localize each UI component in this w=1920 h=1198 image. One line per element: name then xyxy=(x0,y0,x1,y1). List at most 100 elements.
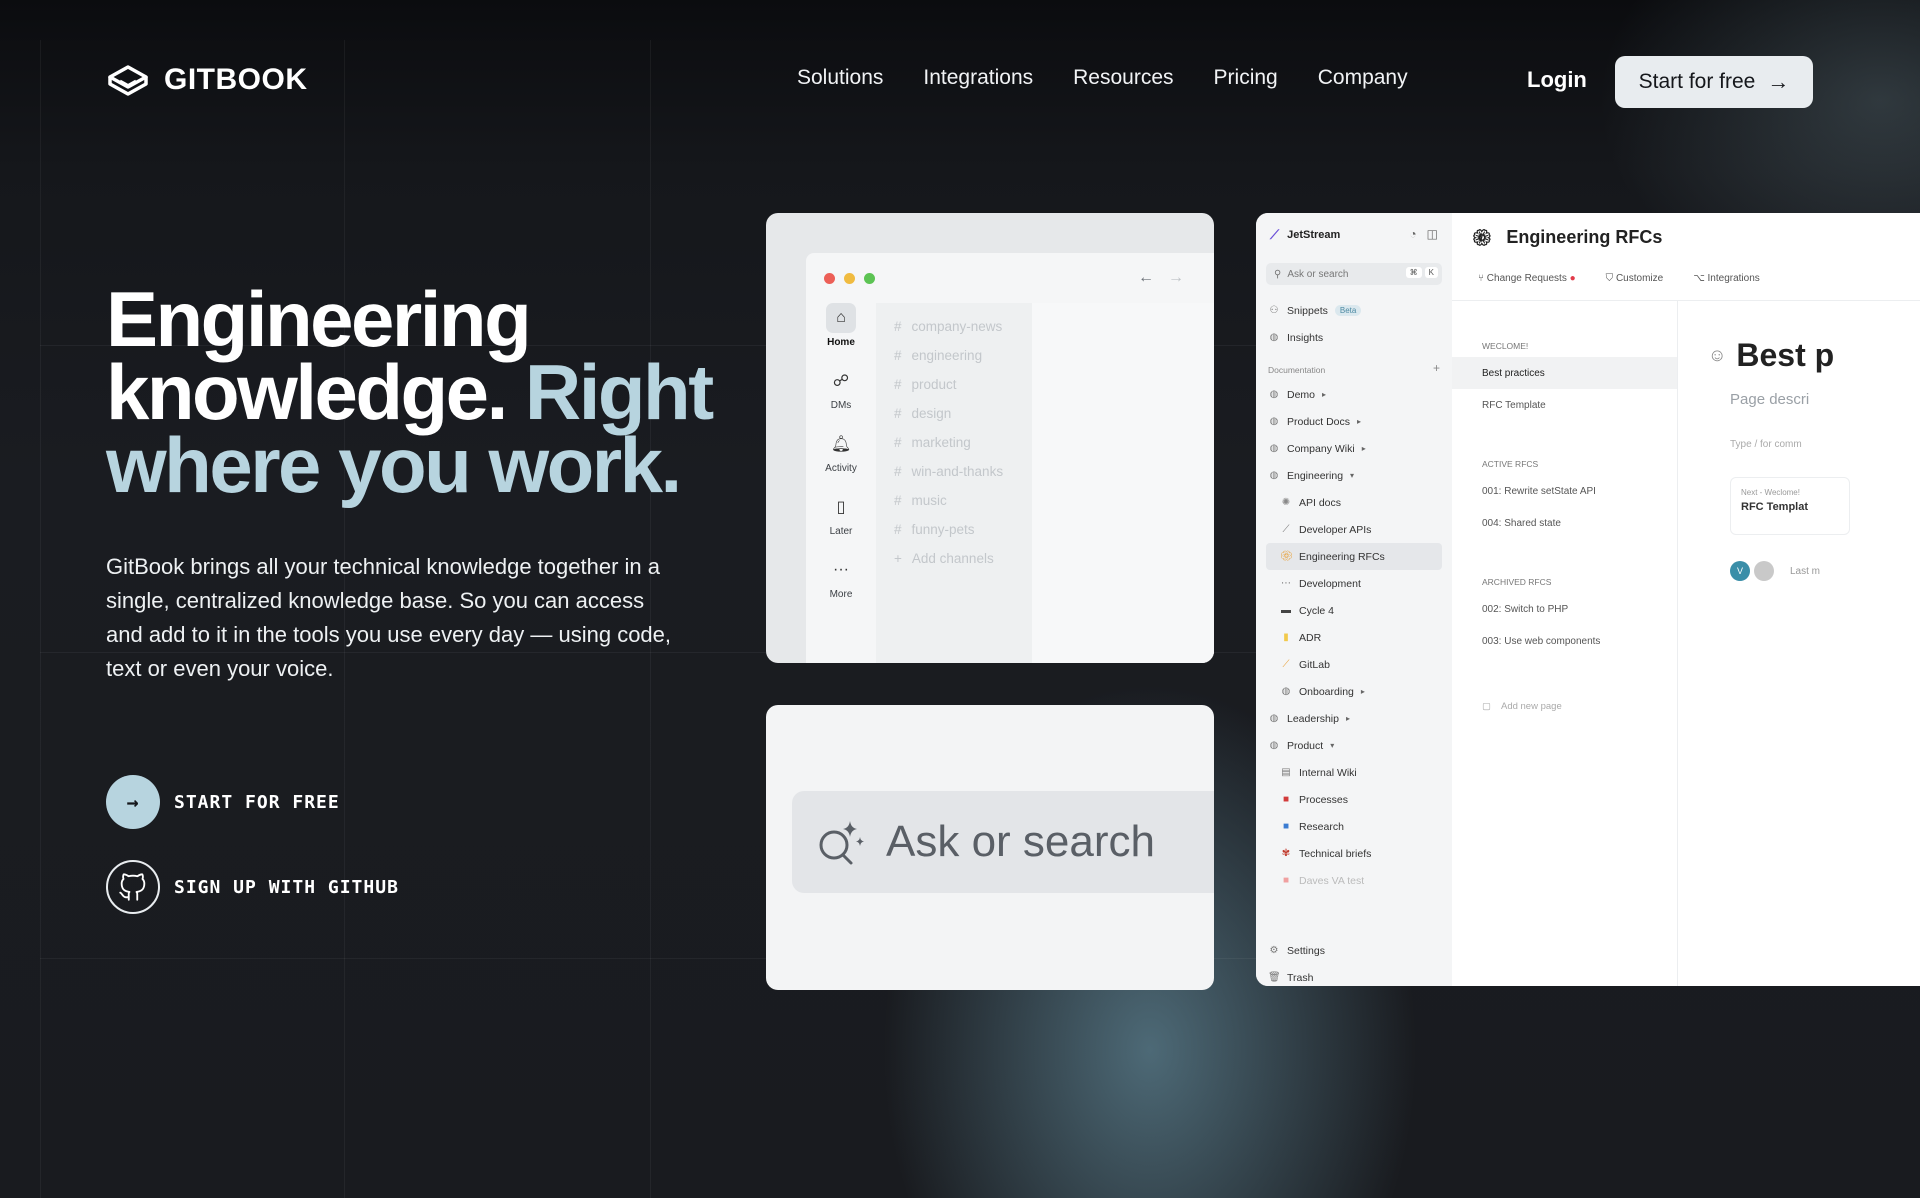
add-space-icon[interactable]: + xyxy=(1433,361,1440,375)
space-icon: ⟋ xyxy=(1282,524,1290,535)
sidebar-item-space[interactable]: ▮ ADR xyxy=(1266,624,1442,651)
add-page-button[interactable]: ▢ Add new page xyxy=(1452,701,1677,712)
sidebar-item-space[interactable]: ◍ Company Wiki ▸ xyxy=(1266,435,1442,462)
nav-link-integrations[interactable]: Integrations xyxy=(923,66,1033,90)
dms-icon: ☍ xyxy=(832,373,850,390)
chevron-right-icon[interactable]: ▸ xyxy=(1357,417,1361,426)
space-icon: ■ xyxy=(1282,875,1290,886)
chat-nav-later[interactable]: ▯ Later xyxy=(806,492,876,537)
page-item[interactable]: 004: Shared state xyxy=(1452,507,1677,539)
ask-search-bar[interactable]: Ask or search xyxy=(792,791,1214,893)
sidebar-item-label: Internal Wiki xyxy=(1299,766,1357,779)
page-content: ☺ Best p Page descri Type / for comm Next… xyxy=(1678,301,1920,986)
sidebar-item-space[interactable]: ◍ Product ▾ xyxy=(1266,732,1442,759)
chat-nav-more[interactable]: ··· More xyxy=(806,555,876,600)
sidebar-item-insights[interactable]: ◍ Insights xyxy=(1266,324,1442,351)
start-free-button[interactable]: Start for free → xyxy=(1615,56,1813,108)
sidebar-item-space[interactable]: ✺ API docs xyxy=(1266,489,1442,516)
sidebar-item-settings[interactable]: ⚙ Settings xyxy=(1266,937,1442,964)
channel-item[interactable]: # music xyxy=(876,493,1032,522)
sidebar-item-space[interactable]: ■ Processes xyxy=(1266,786,1442,813)
add-channels-item[interactable]: + Add channels xyxy=(876,551,1032,580)
section-label: Documentation xyxy=(1268,365,1326,375)
sidebar-item-space[interactable]: ◍ Engineering ▾ xyxy=(1266,462,1442,489)
sidebar-item-trash[interactable]: 🗑︎ Trash xyxy=(1266,964,1442,986)
channel-item[interactable]: # marketing xyxy=(876,435,1032,464)
chevron-right-icon[interactable]: ▸ xyxy=(1362,444,1366,453)
page-item[interactable]: 002: Switch to PHP xyxy=(1452,593,1677,625)
chevron-right-icon[interactable]: ▸ xyxy=(1361,687,1365,696)
chevron-down-icon[interactable]: ▾ xyxy=(1350,471,1354,480)
chevron-down-icon[interactable]: ▾ xyxy=(1330,741,1334,750)
notification-icon[interactable]: ◔ xyxy=(1409,227,1416,241)
sidebar-item-space[interactable]: ✾ Technical briefs xyxy=(1266,840,1442,867)
sidebar-item-space[interactable]: ▤ Internal Wiki xyxy=(1266,759,1442,786)
sidebar-item-space[interactable]: ■ Research xyxy=(1266,813,1442,840)
add-page-label: Add new page xyxy=(1500,701,1562,712)
sidebar-item-label: Product xyxy=(1287,739,1324,752)
chevron-right-icon[interactable]: ▸ xyxy=(1346,714,1350,723)
nav-link-pricing[interactable]: Pricing xyxy=(1214,66,1278,90)
sidebar-item-space[interactable]: ⟋ GitLab xyxy=(1266,651,1442,678)
tab-label: Customize xyxy=(1615,273,1664,284)
chevron-right-icon[interactable]: ▸ xyxy=(1322,390,1326,399)
page-item[interactable]: RFC Template xyxy=(1452,389,1677,421)
sidebar-item-space[interactable]: ◍ Product Docs ▸ xyxy=(1266,408,1442,435)
page-item[interactable]: Best practices xyxy=(1452,357,1677,389)
page-item[interactable]: 003: Use web components xyxy=(1452,625,1677,657)
space-icon: ⟋ xyxy=(1282,659,1290,670)
nav-link-company[interactable]: Company xyxy=(1318,66,1408,90)
space-icon: ▤ xyxy=(1281,767,1291,778)
tab-customize[interactable]: ⛉ Customize xyxy=(1606,273,1664,284)
sidebar-item-space[interactable]: 🌼︎ Engineering RFCs xyxy=(1266,543,1442,570)
collapse-sidebar-icon[interactable]: ◫ xyxy=(1427,227,1438,241)
sidebar-item-space[interactable]: ⟋ Developer APIs xyxy=(1266,516,1442,543)
tab-integrations[interactable]: ⌥ Integrations xyxy=(1693,273,1760,284)
next-page-card[interactable]: Next - Weclome! RFC Templat xyxy=(1730,477,1850,535)
forward-arrow-icon[interactable]: → xyxy=(1168,269,1184,287)
sidebar-item-space[interactable]: ▬ Cycle 4 xyxy=(1266,597,1442,624)
sidebar-item-label: Trash xyxy=(1287,971,1314,984)
jetstream-logo-icon: ⟋ xyxy=(1270,227,1280,242)
channel-item[interactable]: # funny-pets xyxy=(876,522,1032,551)
chat-nav-home[interactable]: ⌂ Home xyxy=(806,303,876,348)
insights-icon: ◍ xyxy=(1269,332,1279,343)
sidebar-item-label: Leadership xyxy=(1287,712,1339,725)
login-link[interactable]: Login xyxy=(1527,67,1587,93)
smiley-icon[interactable]: ☺ xyxy=(1708,345,1726,366)
chat-nav-dms[interactable]: ☍ DMs xyxy=(806,366,876,411)
page-item[interactable]: 001: Rewrite setState API xyxy=(1452,475,1677,507)
start-for-free-action[interactable]: → START FOR FREE xyxy=(106,775,340,829)
channel-item[interactable]: # design xyxy=(876,406,1032,435)
nav-link-resources[interactable]: Resources xyxy=(1073,66,1173,90)
sidebar-item-snippets[interactable]: ⚇ Snippets Beta xyxy=(1266,297,1442,324)
chat-nav-activity[interactable]: 🔔︎ Activity xyxy=(806,429,876,474)
back-arrow-icon[interactable]: ← xyxy=(1138,269,1154,287)
channel-item[interactable]: # product xyxy=(876,377,1032,406)
sidebar-item-label: Snippets xyxy=(1287,304,1328,317)
sidebar-search-input[interactable]: ⚲ Ask or search ⌘ K xyxy=(1266,263,1442,285)
arrow-right-icon: → xyxy=(1767,69,1790,94)
tab-change-requests[interactable]: ⑂ Change Requests ● xyxy=(1478,273,1576,284)
channel-item[interactable]: # company-news xyxy=(876,319,1032,348)
space-title: 🌼︎ Engineering RFCs xyxy=(1472,227,1662,248)
github-signup-action[interactable]: SIGN UP WITH GITHUB xyxy=(106,860,399,914)
sidebar-item-space[interactable]: ◍ Leadership ▸ xyxy=(1266,705,1442,732)
sidebar-item-label: GitLab xyxy=(1299,658,1330,671)
sidebar-item-label: Onboarding xyxy=(1299,685,1354,698)
sidebar-item-space[interactable]: ◍ Demo ▸ xyxy=(1266,381,1442,408)
channel-item[interactable]: # win-and-thanks xyxy=(876,464,1032,493)
org-switcher[interactable]: ⟋ JetStream xyxy=(1270,227,1340,243)
editor-placeholder[interactable]: Type / for comm xyxy=(1730,439,1802,450)
space-icon: 🌼︎ xyxy=(1280,551,1293,562)
logo[interactable]: GITBOOK xyxy=(106,60,308,100)
avatar xyxy=(1754,561,1774,581)
chat-app-window: ← → ⌂ Home ☍ DMs 🔔︎ Activity ▯ Later ··· xyxy=(806,253,1214,663)
channel-item[interactable]: # engineering xyxy=(876,348,1032,377)
gear-icon: ⚙ xyxy=(1269,945,1279,956)
sidebar-item-space[interactable]: ■ Daves VA test xyxy=(1266,867,1442,894)
sidebar-item-space[interactable]: ⋯ Development xyxy=(1266,570,1442,597)
page-description[interactable]: Page descri xyxy=(1730,391,1809,408)
sidebar-item-space[interactable]: ◍ Onboarding ▸ xyxy=(1266,678,1442,705)
nav-link-solutions[interactable]: Solutions xyxy=(797,66,883,90)
